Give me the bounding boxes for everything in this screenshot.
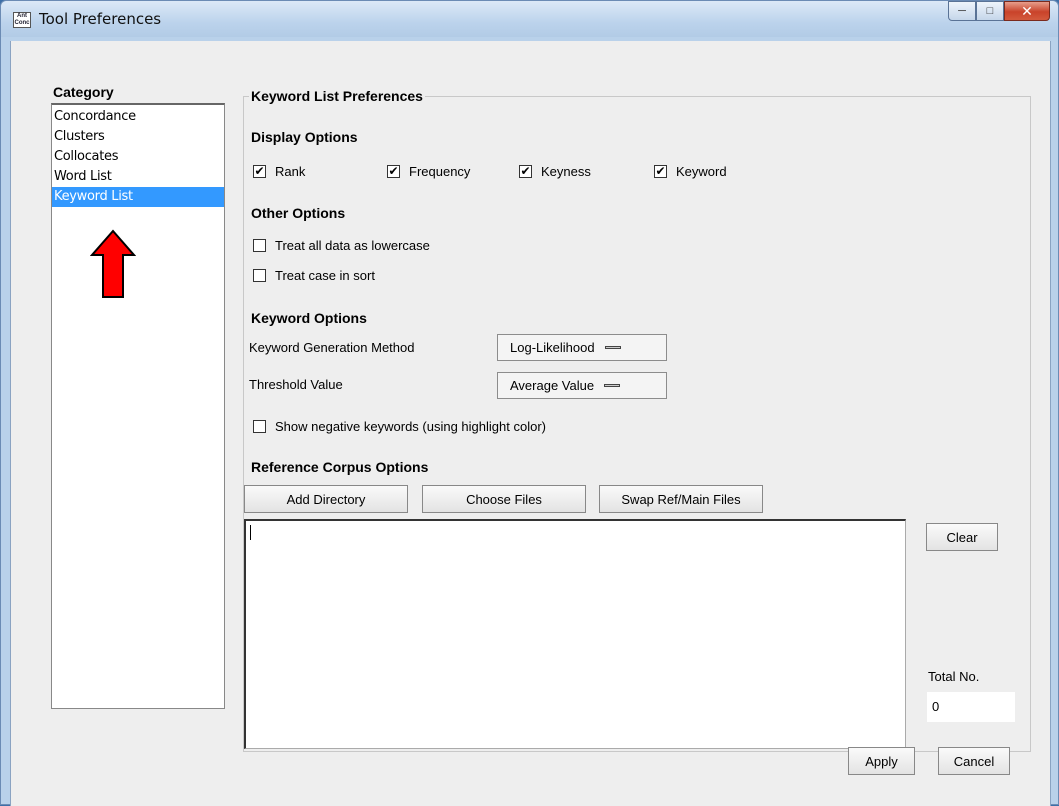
- title-bar[interactable]: Ant Conc Tool Preferences ─ □ ✕: [1, 1, 1058, 37]
- threshold-value-label: Threshold Value: [249, 377, 343, 392]
- checkbox-keyword-box[interactable]: ✔: [654, 164, 667, 178]
- other-options-title: Other Options: [251, 205, 346, 221]
- reference-corpus-title: Reference Corpus Options: [251, 459, 429, 475]
- red-up-arrow-icon: [90, 229, 136, 298]
- dropdown-bar-icon: [604, 346, 621, 349]
- maximize-icon: □: [986, 5, 994, 17]
- keyness-label: Keyness: [541, 163, 591, 179]
- maximize-button[interactable]: □: [976, 1, 1004, 21]
- clear-button[interactable]: Clear: [926, 523, 998, 551]
- add-directory-button[interactable]: Add Directory: [244, 485, 408, 513]
- total-no-field: 0: [927, 692, 1015, 722]
- category-title: Category: [53, 84, 114, 100]
- rank-label: Rank: [275, 163, 306, 179]
- negative-keywords-label: Show negative keywords (using highlight …: [275, 418, 546, 434]
- negative-keywords-checkbox[interactable]: Show negative keywords (using highlight …: [253, 417, 546, 435]
- keyword-list-preferences-title: Keyword List Preferences: [249, 88, 425, 104]
- checkbox-rank-box[interactable]: ✔: [253, 164, 266, 178]
- close-button[interactable]: ✕: [1004, 1, 1050, 21]
- apply-button[interactable]: Apply: [848, 747, 915, 775]
- keyness-checkbox[interactable]: ✔ Keyness: [519, 162, 591, 180]
- threshold-value-select[interactable]: Average Value: [497, 372, 667, 399]
- total-no-label: Total No.: [928, 669, 980, 684]
- category-item-clusters[interactable]: Clusters: [52, 127, 224, 147]
- swap-ref-main-files-button[interactable]: Swap Ref/Main Files: [599, 485, 763, 513]
- checkbox-frequency-box[interactable]: ✔: [387, 164, 400, 178]
- antconc-app-icon[interactable]: Ant Conc: [13, 12, 31, 28]
- checkbox-negative-keywords-box[interactable]: [253, 419, 266, 433]
- case-in-sort-checkbox[interactable]: Treat case in sort: [253, 266, 375, 284]
- generation-method-select[interactable]: Log-Likelihood: [497, 334, 667, 361]
- lowercase-label: Treat all data as lowercase: [275, 237, 430, 253]
- threshold-value-value: Average Value: [510, 378, 595, 393]
- lowercase-checkbox[interactable]: Treat all data as lowercase: [253, 236, 430, 254]
- case-in-sort-label: Treat case in sort: [275, 267, 375, 283]
- rank-checkbox[interactable]: ✔ Rank: [253, 162, 305, 180]
- checkbox-case-sort-box[interactable]: [253, 268, 266, 282]
- keyword-options-title: Keyword Options: [251, 310, 367, 326]
- close-icon: ✕: [1021, 2, 1033, 19]
- category-item-keyword-list[interactable]: Keyword List: [52, 187, 224, 207]
- reference-files-textarea[interactable]: [244, 519, 906, 749]
- checkbox-keyness-box[interactable]: ✔: [519, 164, 532, 178]
- category-item-collocates[interactable]: Collocates: [52, 147, 224, 167]
- dialog-client-area: Category Concordance Clusters Collocates…: [10, 41, 1051, 806]
- generation-method-label: Keyword Generation Method: [249, 340, 415, 355]
- category-list[interactable]: Concordance Clusters Collocates Word Lis…: [51, 103, 225, 709]
- keyword-checkbox[interactable]: ✔ Keyword: [654, 162, 727, 180]
- display-options-title: Display Options: [251, 129, 358, 145]
- minimize-button[interactable]: ─: [948, 1, 976, 21]
- keyword-label: Keyword: [676, 163, 727, 179]
- cancel-button[interactable]: Cancel: [938, 747, 1010, 775]
- choose-files-button[interactable]: Choose Files: [422, 485, 586, 513]
- category-item-concordance[interactable]: Concordance: [52, 107, 224, 127]
- generation-method-value: Log-Likelihood: [510, 340, 595, 355]
- window-title: Tool Preferences: [39, 10, 162, 28]
- tool-preferences-window: Ant Conc Tool Preferences ─ □ ✕ Category …: [0, 0, 1059, 806]
- checkbox-lowercase-box[interactable]: [253, 238, 266, 252]
- category-item-word-list[interactable]: Word List: [52, 167, 224, 187]
- frequency-label: Frequency: [409, 163, 471, 179]
- dropdown-bar-icon: [604, 384, 621, 387]
- frequency-checkbox[interactable]: ✔ Frequency: [387, 162, 470, 180]
- text-caret: [250, 525, 251, 540]
- minimize-icon: ─: [958, 5, 966, 17]
- window-controls: ─ □ ✕: [948, 1, 1050, 21]
